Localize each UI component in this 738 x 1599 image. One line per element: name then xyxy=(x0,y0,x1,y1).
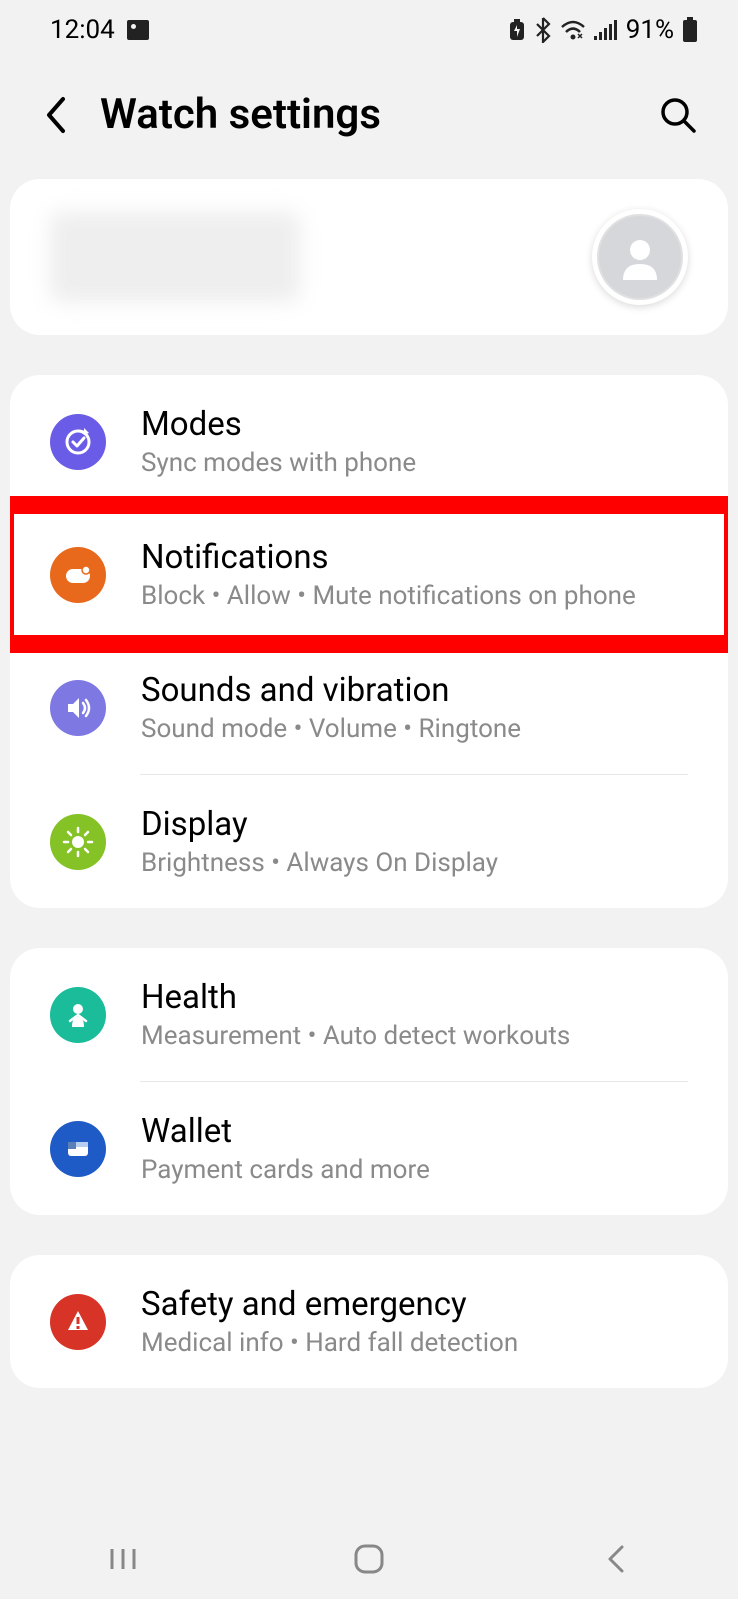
row-sounds[interactable]: Sounds and vibration Sound mode • Volume… xyxy=(10,641,728,774)
image-icon xyxy=(127,20,149,40)
modes-icon xyxy=(50,414,106,470)
row-title: Modes xyxy=(141,405,688,444)
settings-group-1: Modes Sync modes with phone Notification… xyxy=(10,375,728,908)
status-battery-pct: 91% xyxy=(626,15,674,45)
back-nav-button[interactable] xyxy=(585,1539,645,1579)
row-subtitle: Medical info • Hard fall detection xyxy=(141,1328,688,1358)
safety-icon xyxy=(50,1294,106,1350)
home-button[interactable] xyxy=(339,1539,399,1579)
signal-icon xyxy=(594,20,618,40)
page-header: Watch settings xyxy=(0,60,738,179)
search-button[interactable] xyxy=(658,95,698,135)
profile-name-blurred xyxy=(50,212,300,302)
profile-card[interactable] xyxy=(10,179,728,335)
back-button[interactable] xyxy=(40,100,70,130)
avatar xyxy=(592,209,688,305)
row-title: Safety and emergency xyxy=(141,1285,688,1324)
display-icon xyxy=(50,814,106,870)
sounds-icon xyxy=(50,680,106,736)
row-subtitle: Measurement • Auto detect workouts xyxy=(141,1021,688,1051)
page-title: Watch settings xyxy=(100,90,628,139)
row-health[interactable]: Health Measurement • Auto detect workout… xyxy=(10,948,728,1081)
battery-saver-icon xyxy=(508,19,526,41)
row-title: Display xyxy=(141,805,688,844)
wifi-icon xyxy=(560,19,586,41)
row-subtitle: Sync modes with phone xyxy=(141,448,688,478)
row-subtitle: Sound mode • Volume • Ringtone xyxy=(141,714,688,744)
row-title: Health xyxy=(141,978,688,1017)
row-modes[interactable]: Modes Sync modes with phone xyxy=(10,375,728,508)
notifications-icon xyxy=(50,547,106,603)
android-nav-bar xyxy=(0,1519,738,1599)
settings-group-3: Safety and emergency Medical info • Hard… xyxy=(10,1255,728,1388)
row-display[interactable]: Display Brightness • Always On Display xyxy=(10,775,728,908)
status-time: 12:04 xyxy=(50,15,115,45)
settings-group-2: Health Measurement • Auto detect workout… xyxy=(10,948,728,1215)
bluetooth-icon xyxy=(534,17,552,43)
battery-icon xyxy=(682,17,698,43)
health-icon xyxy=(50,987,106,1043)
wallet-icon xyxy=(50,1121,106,1177)
row-subtitle: Brightness • Always On Display xyxy=(141,848,688,878)
status-bar: 12:04 91% xyxy=(0,0,738,60)
row-wallet[interactable]: Wallet Payment cards and more xyxy=(10,1082,728,1215)
row-title: Notifications xyxy=(141,538,688,577)
row-safety[interactable]: Safety and emergency Medical info • Hard… xyxy=(10,1255,728,1388)
row-title: Wallet xyxy=(141,1112,688,1151)
row-title: Sounds and vibration xyxy=(141,671,688,710)
recents-button[interactable] xyxy=(93,1539,153,1579)
row-notifications[interactable]: Notifications Block • Allow • Mute notif… xyxy=(10,508,728,641)
row-subtitle: Payment cards and more xyxy=(141,1155,688,1185)
row-subtitle: Block • Allow • Mute notifications on ph… xyxy=(141,581,688,611)
